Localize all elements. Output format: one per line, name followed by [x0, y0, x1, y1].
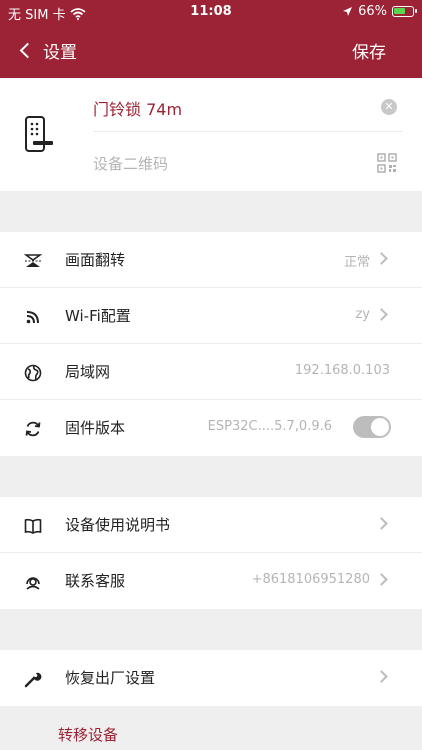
back-label: 设置 — [43, 43, 77, 63]
qr-label: 设备二维码 — [93, 155, 169, 173]
row-label: 局域网 — [65, 363, 111, 381]
nav-bar: 设置 保存 — [0, 30, 422, 74]
status-bar: 无 SIM 卡 11:08 66% — [0, 0, 422, 24]
qr-code-icon[interactable] — [377, 153, 397, 173]
flip-icon — [24, 254, 42, 267]
reset-row[interactable]: 恢复出厂设置 — [0, 650, 422, 706]
chevron-right-icon — [375, 670, 388, 683]
device-qr-row[interactable]: 设备二维码 — [93, 140, 403, 180]
support-group: 设备使用说明书 联系客服 +8618106951280 — [0, 497, 422, 609]
status-right: 66% — [342, 4, 417, 19]
chevron-right-icon — [375, 517, 388, 530]
settings-row-wifi[interactable]: Wi-Fi配置 zy — [0, 288, 422, 344]
door-lock-icon — [25, 116, 53, 152]
clear-icon[interactable]: ✕ — [381, 99, 397, 115]
location-icon — [343, 7, 353, 16]
settings-row-lan[interactable]: 局域网 192.168.0.103 — [0, 344, 422, 400]
toggle-knob — [371, 418, 389, 436]
row-label: 固件版本 — [65, 419, 126, 437]
row-value: 正常 — [343, 255, 370, 270]
globe-icon — [24, 364, 42, 382]
row-label: 设备使用说明书 — [65, 516, 171, 534]
row-label: Wi-Fi配置 — [65, 307, 131, 325]
row-value: zy — [355, 307, 370, 322]
chevron-right-icon — [375, 308, 388, 321]
headset-icon — [26, 577, 40, 590]
battery-percent: 66% — [358, 4, 387, 19]
row-value: ESP32C....5.7,0.9.6 — [207, 419, 332, 434]
back-button[interactable]: 设置 — [19, 38, 77, 63]
support-row-contact[interactable]: 联系客服 +8618106951280 — [0, 553, 422, 609]
chevron-left-icon — [19, 42, 36, 59]
battery-fill — [394, 8, 406, 14]
app-header: 无 SIM 卡 11:08 66% 设置 保存 — [0, 0, 422, 78]
save-button[interactable]: 保存 — [352, 38, 386, 63]
reset-group: 恢复出厂设置 — [0, 650, 422, 706]
wifi-icon — [26, 311, 39, 324]
row-label: 联系客服 — [65, 572, 126, 590]
row-label: 恢复出厂设置 — [65, 669, 156, 687]
chevron-right-icon — [375, 252, 388, 265]
firmware-toggle[interactable] — [353, 416, 391, 438]
row-value: 192.168.0.103 — [294, 363, 390, 378]
wrench-icon — [24, 672, 42, 688]
book-icon — [24, 518, 42, 534]
battery-icon — [392, 6, 417, 17]
device-name-input[interactable]: 门铃锁 74m — [93, 96, 182, 120]
row-label: 画面翻转 — [65, 251, 126, 269]
settings-row-firmware[interactable]: 固件版本 ESP32C....5.7,0.9.6 — [0, 400, 422, 456]
device-settings-group: 画面翻转 正常 Wi-Fi配置 zy 局域网 192.168.0.103 固件版… — [0, 232, 422, 456]
settings-row-flip[interactable]: 画面翻转 正常 — [0, 232, 422, 288]
device-name-row[interactable]: 门铃锁 74m ✕ — [93, 90, 403, 132]
transfer-device-button[interactable]: 转移设备 — [58, 724, 118, 745]
row-value: +8618106951280 — [251, 572, 370, 587]
support-row-manual[interactable]: 设备使用说明书 — [0, 497, 422, 553]
device-card: 门铃锁 74m ✕ 设备二维码 — [0, 78, 422, 191]
chevron-right-icon — [375, 573, 388, 586]
refresh-icon — [25, 421, 41, 437]
